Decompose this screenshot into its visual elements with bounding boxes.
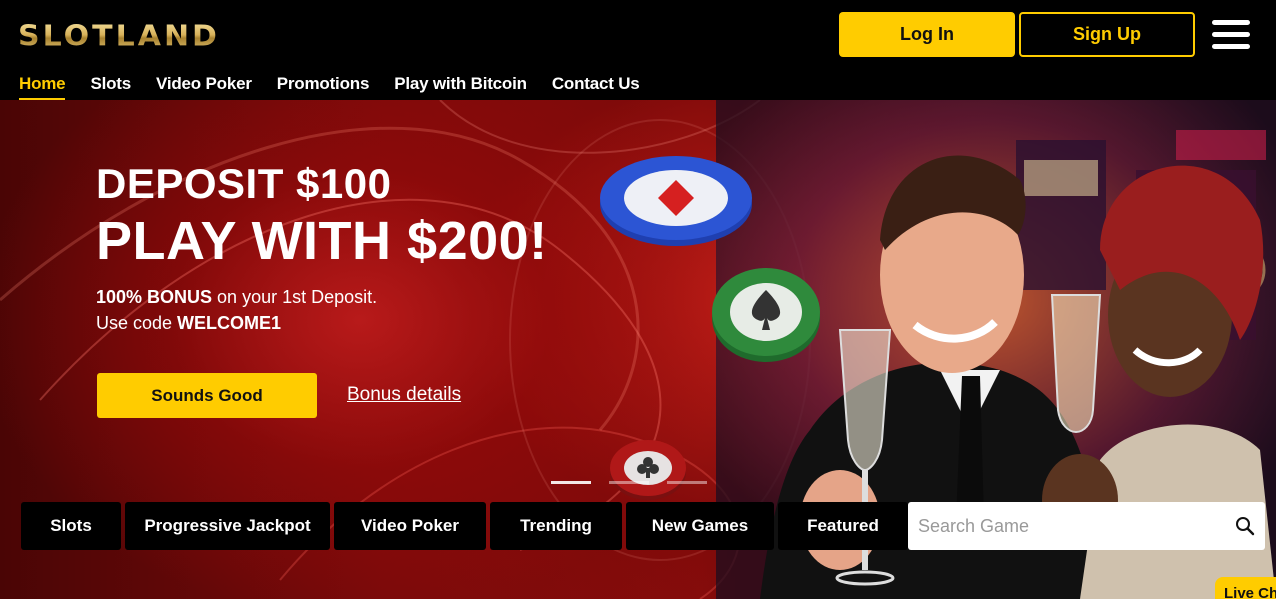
bonus-strong-text: 100% BONUS (96, 287, 213, 307)
hamburger-menu-icon[interactable] (1212, 20, 1250, 50)
hero-subtitle: 100% BONUS on your 1st Deposit. Use code… (96, 284, 377, 336)
search-game-box (908, 502, 1265, 550)
promo-code: WELCOME1 (177, 313, 282, 333)
main-nav: Home Slots Video Poker Promotions Play w… (19, 74, 665, 100)
nav-item-play-with-bitcoin[interactable]: Play with Bitcoin (394, 74, 527, 100)
category-trending[interactable]: Trending (490, 502, 622, 550)
category-slots[interactable]: Slots (21, 502, 121, 550)
logo-text: SLOTLAND (18, 19, 220, 53)
search-icon[interactable] (1235, 516, 1255, 536)
bonus-rest-text: on your 1st Deposit. (212, 287, 378, 307)
carousel-dot-3[interactable] (667, 481, 707, 484)
nav-item-promotions[interactable]: Promotions (277, 74, 370, 100)
bonus-details-link[interactable]: Bonus details (347, 384, 461, 406)
nav-item-video-poker[interactable]: Video Poker (156, 74, 252, 100)
category-new-games[interactable]: New Games (626, 502, 774, 550)
live-chat-button[interactable]: Live Ch (1215, 577, 1276, 599)
site-header: SLOTLAND Log In Sign Up Home Slots Video… (0, 0, 1276, 100)
red-poker-chip-icon (610, 440, 686, 500)
sounds-good-button[interactable]: Sounds Good (97, 373, 317, 418)
nav-item-contact-us[interactable]: Contact Us (552, 74, 640, 100)
category-progressive-jackpot[interactable]: Progressive Jackpot (125, 502, 330, 550)
carousel-indicators (551, 481, 707, 484)
signup-button[interactable]: Sign Up (1019, 12, 1195, 57)
carousel-dot-1[interactable] (551, 481, 591, 484)
code-prefix-text: Use code (96, 313, 178, 333)
logo[interactable]: SLOTLAND (18, 18, 220, 54)
nav-item-home[interactable]: Home (19, 74, 66, 100)
carousel-dot-2[interactable] (609, 481, 649, 484)
hero-title-line1: DEPOSIT $100 (96, 160, 392, 207)
search-game-input[interactable] (918, 504, 1228, 548)
category-video-poker[interactable]: Video Poker (334, 502, 486, 550)
game-category-bar: Slots Progressive Jackpot Video Poker Tr… (21, 502, 908, 550)
category-featured[interactable]: Featured (778, 502, 908, 550)
login-button[interactable]: Log In (839, 12, 1015, 57)
nav-item-slots[interactable]: Slots (90, 74, 131, 100)
hero-title-line2: PLAY WITH $200! (96, 211, 548, 271)
